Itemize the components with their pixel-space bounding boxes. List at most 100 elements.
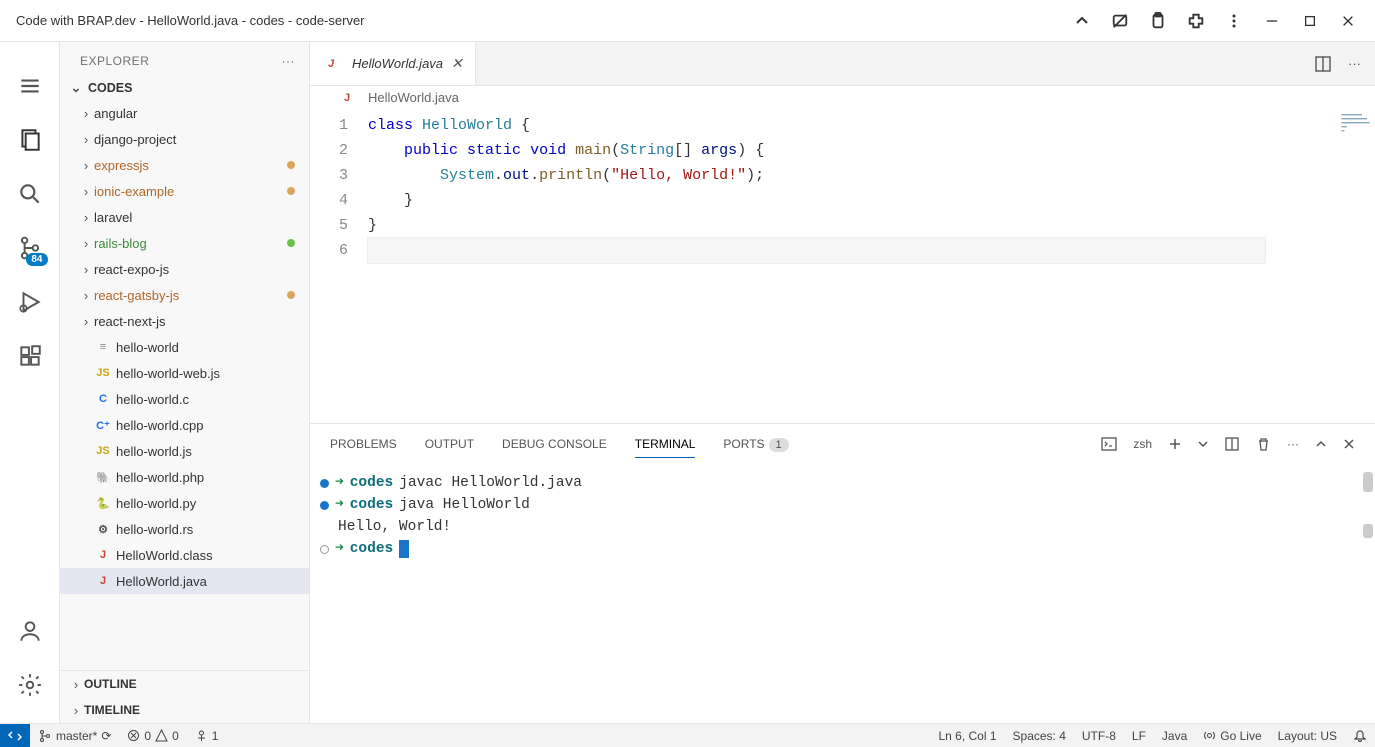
encoding[interactable]: UTF-8	[1074, 729, 1124, 743]
terminal-line: ➜ codes	[320, 538, 1365, 560]
menu-icon[interactable]	[6, 62, 54, 110]
bullet-icon	[320, 545, 329, 554]
file-label: hello-world	[116, 340, 303, 355]
more-vertical-icon[interactable]	[1225, 12, 1243, 30]
file-item[interactable]: C⁺hello-world.cpp	[60, 412, 309, 438]
tab-output[interactable]: OUTPUT	[425, 431, 474, 457]
file-label: hello-world.c	[116, 392, 303, 407]
more-icon[interactable]: ···	[282, 54, 296, 68]
tab-problems[interactable]: PROBLEMS	[330, 431, 397, 457]
remote-indicator[interactable]	[0, 724, 30, 747]
folder-item[interactable]: ›laravel	[60, 204, 309, 230]
file-item[interactable]: JShello-world-web.js	[60, 360, 309, 386]
chevron-up-icon[interactable]	[1315, 438, 1327, 450]
more-icon[interactable]: ···	[1348, 56, 1361, 71]
folder-item[interactable]: ›react-next-js	[60, 308, 309, 334]
chevron-right-icon: ›	[78, 314, 94, 329]
file-item[interactable]: JHelloWorld.class	[60, 542, 309, 568]
chevron-up-icon[interactable]	[1073, 12, 1091, 30]
chevron-right-icon: ›	[78, 158, 94, 173]
file-label: hello-world.js	[116, 444, 303, 459]
language-mode[interactable]: Java	[1154, 729, 1195, 743]
close-tab-icon[interactable]: ✕	[451, 55, 463, 72]
search-icon[interactable]	[6, 170, 54, 218]
extensions-icon[interactable]	[6, 332, 54, 380]
sidebar-section-codes[interactable]: ⌄ CODES	[60, 76, 309, 100]
close-panel-icon[interactable]	[1343, 438, 1355, 450]
minimize-icon[interactable]	[1263, 12, 1281, 30]
split-terminal-icon[interactable]	[1224, 436, 1240, 452]
code-content[interactable]: class HelloWorld { public static void ma…	[368, 109, 1375, 423]
tab-helloworld-java[interactable]: J HelloWorld.java ✕	[310, 42, 476, 85]
trash-icon[interactable]	[1256, 437, 1271, 452]
run-debug-icon[interactable]	[6, 278, 54, 326]
titlebar: Code with BRAP.dev - HelloWorld.java - c…	[0, 0, 1375, 42]
file-item[interactable]: 🐘hello-world.php	[60, 464, 309, 490]
breadcrumb-file: HelloWorld.java	[368, 90, 459, 105]
explorer-icon[interactable]	[6, 116, 54, 164]
close-icon[interactable]	[1339, 12, 1357, 30]
file-item[interactable]: ≡hello-world	[60, 334, 309, 360]
folder-item[interactable]: ›react-expo-js	[60, 256, 309, 282]
file-type-icon: 🐍	[94, 497, 112, 510]
minimap[interactable]: ▬▬▬▬▬▬▬▬▬▬▬▬▬▬▬▬▬▬▬▬▬▬▬▬▬▬▬▬▬▬▬▬	[1341, 113, 1369, 133]
folder-item[interactable]: ›ionic-example	[60, 178, 309, 204]
timeline-label: TIMELINE	[84, 703, 140, 717]
modified-dot-icon	[287, 239, 295, 247]
keyboard-layout[interactable]: Layout: US	[1270, 729, 1345, 743]
terminal[interactable]: ➜ codes javac HelloWorld.java ➜ codes ja…	[310, 464, 1375, 723]
cursor	[399, 540, 409, 558]
file-item[interactable]: ⚙hello-world.rs	[60, 516, 309, 542]
folder-item[interactable]: ›angular	[60, 100, 309, 126]
more-icon[interactable]: ···	[1287, 437, 1299, 451]
cursor-position[interactable]: Ln 6, Col 1	[930, 729, 1004, 743]
chevron-down-icon[interactable]	[1198, 439, 1208, 449]
folder-item[interactable]: ›react-gatsby-js	[60, 282, 309, 308]
git-branch[interactable]: master*⟳	[30, 729, 119, 743]
shell-name[interactable]: zsh	[1133, 437, 1152, 451]
extension-icon[interactable]	[1187, 12, 1205, 30]
file-tree: ›angular›django-project›expressjs›ionic-…	[60, 100, 309, 670]
problems-status[interactable]: 0 0	[119, 729, 186, 743]
modified-dot-icon	[287, 187, 295, 195]
split-editor-icon[interactable]	[1314, 55, 1332, 73]
tab-debug-console[interactable]: DEBUG CONSOLE	[502, 431, 607, 457]
section-label: CODES	[88, 81, 132, 95]
screen-off-icon[interactable]	[1111, 12, 1129, 30]
indentation[interactable]: Spaces: 4	[1005, 729, 1074, 743]
notifications-icon[interactable]	[1345, 729, 1375, 743]
panel-actions: zsh ···	[1101, 436, 1355, 452]
modified-dot-icon	[287, 161, 295, 169]
scrollbar-thumb[interactable]	[1363, 472, 1373, 492]
file-item[interactable]: 🐍hello-world.py	[60, 490, 309, 516]
breadcrumb[interactable]: J HelloWorld.java	[310, 86, 1375, 109]
timeline-section[interactable]: ›TIMELINE	[60, 697, 309, 723]
file-item[interactable]: Chello-world.c	[60, 386, 309, 412]
folder-item[interactable]: ›expressjs	[60, 152, 309, 178]
new-terminal-icon[interactable]	[1168, 437, 1182, 451]
go-live[interactable]: Go Live	[1195, 729, 1269, 743]
scrollbar-thumb[interactable]	[1363, 524, 1373, 538]
tab-terminal[interactable]: TERMINAL	[635, 431, 696, 458]
file-item[interactable]: JHelloWorld.java	[60, 568, 309, 594]
ports-status[interactable]: 1	[187, 729, 227, 743]
maximize-icon[interactable]	[1301, 12, 1319, 30]
file-label: hello-world.cpp	[116, 418, 303, 433]
folder-item[interactable]: ›rails-blog	[60, 230, 309, 256]
sync-icon: ⟳	[101, 729, 111, 743]
folder-item[interactable]: ›django-project	[60, 126, 309, 152]
account-icon[interactable]	[6, 607, 54, 655]
clipboard-icon[interactable]	[1149, 12, 1167, 30]
code-editor[interactable]: 123456 class HelloWorld { public static …	[310, 109, 1375, 423]
file-item[interactable]: JShello-world.js	[60, 438, 309, 464]
settings-gear-icon[interactable]	[6, 661, 54, 709]
outline-section[interactable]: ›OUTLINE	[60, 671, 309, 697]
chevron-right-icon: ›	[68, 703, 84, 718]
panel: PROBLEMS OUTPUT DEBUG CONSOLE TERMINAL P…	[310, 423, 1375, 723]
source-control-icon[interactable]: 84	[6, 224, 54, 272]
eol[interactable]: LF	[1124, 729, 1154, 743]
sidebar-header: EXPLORER ···	[60, 42, 309, 76]
terminal-shell-icon[interactable]	[1101, 436, 1117, 452]
file-type-icon: C	[94, 393, 112, 405]
tab-ports[interactable]: PORTS1	[723, 431, 788, 457]
